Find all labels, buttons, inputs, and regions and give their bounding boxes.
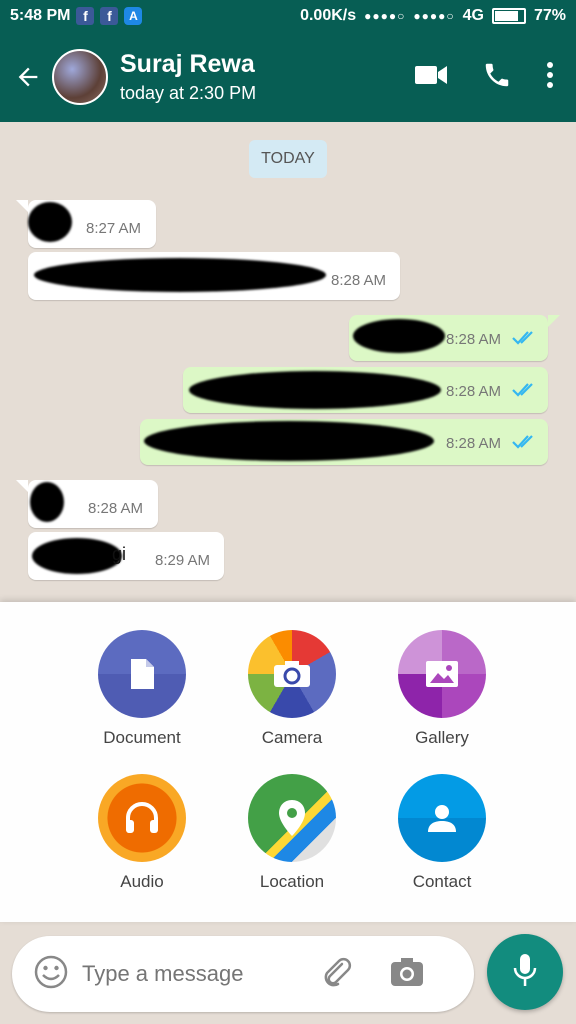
- message-time: 8:29 AM: [155, 552, 211, 569]
- message-time: 8:28 AM: [446, 383, 502, 400]
- message-bubble-incoming[interactable]: 8:27 AM: [28, 200, 156, 248]
- message-input[interactable]: [82, 961, 312, 987]
- redacted-text: [34, 258, 326, 292]
- message-composer: [12, 936, 474, 1012]
- more-options-icon[interactable]: [546, 61, 554, 94]
- message-bubble-outgoing[interactable]: 8:28 AM: [183, 367, 548, 413]
- camera-label: Camera: [261, 728, 323, 747]
- bubble-tail: [16, 480, 28, 492]
- contact-info[interactable]: Suraj Rewa today at 2:30 PM: [120, 50, 256, 104]
- battery-percent: 77%: [533, 7, 566, 24]
- signal-strength-sim1: ●●●●○: [364, 9, 406, 23]
- audio-label: Audio: [120, 872, 164, 891]
- location-pin-icon[interactable]: [248, 774, 336, 862]
- location-label: Location: [259, 872, 325, 891]
- document-label: Document: [103, 728, 181, 747]
- attach-document-button[interactable]: Document: [72, 630, 212, 748]
- attach-gallery-button[interactable]: Gallery: [372, 630, 512, 748]
- document-icon[interactable]: [98, 630, 186, 718]
- redacted-text: [28, 202, 72, 242]
- contact-label: Contact: [412, 872, 472, 891]
- double-check-icon: [511, 381, 537, 404]
- mic-button[interactable]: [487, 934, 563, 1010]
- message-time: 8:28 AM: [446, 331, 502, 348]
- gallery-label: Gallery: [415, 728, 469, 747]
- gallery-icon[interactable]: [398, 630, 486, 718]
- message-time: 8:28 AM: [331, 272, 387, 289]
- redacted-text: [189, 371, 441, 409]
- redacted-text: [353, 319, 445, 353]
- avatar[interactable]: [52, 49, 108, 105]
- message-text: gi: [112, 544, 127, 564]
- bubble-tail: [548, 315, 560, 327]
- signal-strength-sim2: ●●●●○: [413, 9, 455, 23]
- attach-camera-button[interactable]: Camera: [222, 630, 362, 748]
- message-time: 8:28 AM: [88, 500, 144, 517]
- contact-name: Suraj Rewa: [120, 50, 255, 78]
- back-arrow-icon[interactable]: [4, 53, 52, 101]
- battery-icon: [491, 8, 526, 24]
- video-call-icon[interactable]: [414, 63, 448, 92]
- chat-area[interactable]: TODAY 8:27 AM 8:28 AM 8:28 AM 8:28 AM 8:…: [0, 122, 576, 602]
- message-bubble-outgoing[interactable]: 8:28 AM: [349, 315, 548, 361]
- message-time: 8:28 AM: [446, 435, 502, 452]
- message-bubble-incoming[interactable]: 8:28 AM: [28, 252, 400, 300]
- message-bubble-outgoing[interactable]: 8:28 AM: [140, 419, 548, 465]
- camera-icon[interactable]: [390, 957, 424, 992]
- facebook-icon: f: [76, 7, 95, 25]
- double-check-icon: [511, 329, 537, 352]
- voice-call-icon[interactable]: [482, 60, 512, 95]
- attach-audio-button[interactable]: Audio: [72, 774, 212, 892]
- emoji-icon[interactable]: [34, 955, 68, 994]
- status-bar: 5:48 PM f f A 0.00K/s ●●●●○ ●●●●○ 4G 77%: [0, 0, 576, 32]
- contact-icon[interactable]: [398, 774, 486, 862]
- status-time: 5:48 PM: [10, 7, 71, 24]
- last-seen: today at 2:30 PM: [120, 83, 257, 103]
- attach-location-button[interactable]: Location: [222, 774, 362, 892]
- mic-icon: [512, 952, 538, 993]
- attach-contact-button[interactable]: Contact: [372, 774, 512, 892]
- date-divider: TODAY: [249, 140, 327, 178]
- chat-header: Suraj Rewa today at 2:30 PM: [0, 32, 576, 122]
- facebook-icon: f: [100, 7, 119, 25]
- attach-paperclip-icon[interactable]: [320, 955, 354, 994]
- network-type: 4G: [462, 7, 484, 24]
- double-check-icon: [511, 433, 537, 456]
- app-store-icon: A: [124, 7, 143, 25]
- attachment-menu: Document Camera Gallery Audio Location C…: [0, 602, 576, 922]
- message-time: 8:27 AM: [86, 220, 142, 237]
- headphones-icon[interactable]: [98, 774, 186, 862]
- message-bubble-incoming[interactable]: gi 8:29 AM: [28, 532, 224, 580]
- redacted-text: [144, 421, 434, 461]
- camera-icon[interactable]: [248, 630, 336, 718]
- network-speed: 0.00K/s: [300, 7, 357, 24]
- redacted-text: [30, 482, 64, 522]
- message-bubble-incoming[interactable]: 8:28 AM: [28, 480, 158, 528]
- bubble-tail: [16, 200, 28, 212]
- redacted-text: [32, 538, 122, 574]
